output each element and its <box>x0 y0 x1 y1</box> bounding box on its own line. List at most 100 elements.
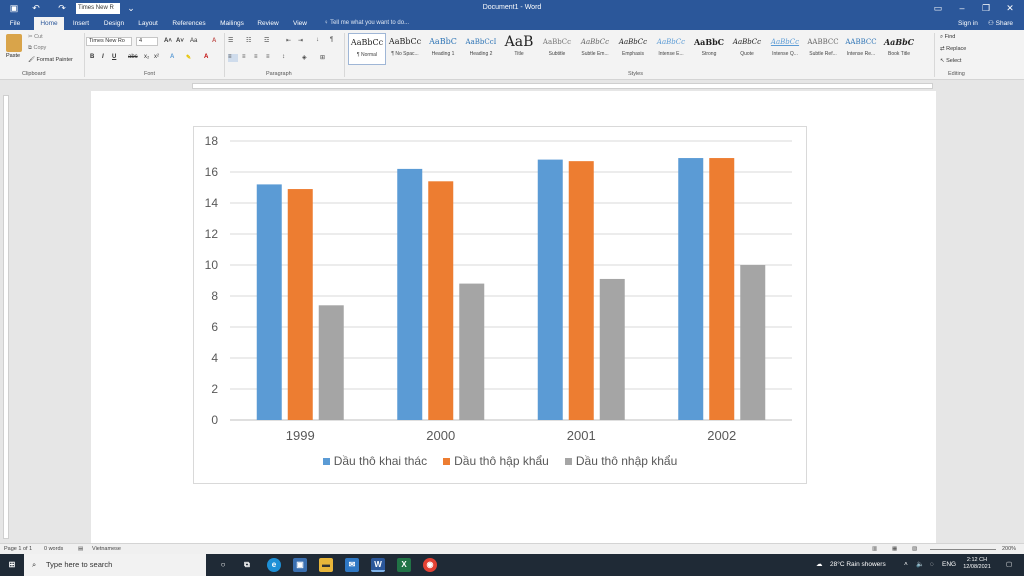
chart-area[interactable]: 0 2 4 6 8 10 12 14 16 18 1999 2000 2001 2002 Dầu thô … <box>193 126 807 484</box>
store-icon[interactable]: ▣ <box>293 558 307 572</box>
tell-me-search[interactable]: ♀ Tell me what you want to do... <box>324 17 409 30</box>
network-icon[interactable]: ◌ <box>930 554 934 576</box>
sort-icon[interactable]: ↓ <box>316 37 319 45</box>
numbering-icon[interactable]: ☷ <box>246 37 251 45</box>
tab-home[interactable]: Home <box>34 17 64 30</box>
decrease-indent-icon[interactable]: ⇤ <box>286 37 291 45</box>
multilevel-list-icon[interactable]: ☲ <box>264 37 269 45</box>
align-right-icon[interactable]: ≡ <box>254 54 258 62</box>
copy-button[interactable]: ⧉ Copy <box>28 45 46 52</box>
style-subtitle[interactable]: AaBbCc Subtitle <box>538 33 576 65</box>
chrome-icon[interactable]: ◉ <box>423 558 437 572</box>
style-intense-reference[interactable]: AABBCC Intense Re... <box>842 33 880 65</box>
style-intense-quote[interactable]: AaBbCc Intense Q... <box>766 33 804 65</box>
tab-review[interactable]: Review <box>254 17 282 30</box>
zoom-slider[interactable] <box>930 549 996 550</box>
volume-icon[interactable]: 🔈 <box>916 554 924 576</box>
font-size-select[interactable]: 4 <box>136 37 158 46</box>
clear-format-button[interactable]: A <box>212 38 216 44</box>
proofing-icon[interactable]: ▤ <box>78 546 83 552</box>
style-normal[interactable]: AaBbCc ¶ Normal <box>348 33 386 65</box>
strikethrough-button[interactable]: abc <box>128 54 138 60</box>
select-button[interactable]: ↖ Select <box>940 58 961 64</box>
shrink-font-button[interactable]: A˅ <box>176 38 184 44</box>
increase-indent-icon[interactable]: ⇥ <box>298 37 303 45</box>
paste-icon[interactable] <box>6 34 22 52</box>
align-center-icon[interactable]: ≡ <box>242 54 246 62</box>
style-strong[interactable]: AaBbC Strong <box>690 33 728 65</box>
zoom-level[interactable]: 200% <box>1002 546 1016 552</box>
minimize-icon[interactable]: – <box>952 2 972 14</box>
share-button[interactable]: ⚇ Share <box>988 17 1013 30</box>
read-mode-icon[interactable]: ▥ <box>872 546 877 552</box>
font-color-icon[interactable]: A <box>204 54 208 60</box>
italic-button[interactable]: I <box>102 54 104 60</box>
sign-in-link[interactable]: Sign in <box>958 17 978 30</box>
horizontal-ruler[interactable] <box>0 80 1024 91</box>
style-intense-emphasis[interactable]: AaBbCc Intense E... <box>652 33 690 65</box>
weather-text[interactable]: 28°C Rain showers <box>830 554 886 576</box>
print-layout-icon[interactable]: ▦ <box>892 546 897 552</box>
font-family-select[interactable]: Times New Ro <box>86 37 132 46</box>
style-no-spacing[interactable]: AaBbCc ¶ No Spac... <box>386 33 424 65</box>
tray-chevron-icon[interactable]: ˄ <box>904 554 908 576</box>
style-emphasis[interactable]: AaBbCc Emphasis <box>614 33 652 65</box>
task-view-icon[interactable]: ⧉ <box>240 558 254 572</box>
style-heading-1[interactable]: AaBbC Heading 1 <box>424 33 462 65</box>
windows-start-icon[interactable]: ⊞ <box>5 558 19 572</box>
taskbar-search[interactable]: ⌕ Type here to search <box>24 554 206 576</box>
bullets-icon[interactable]: ☰ <box>228 37 233 45</box>
show-marks-icon[interactable]: ¶ <box>330 37 333 45</box>
file-explorer-icon[interactable]: ▬ <box>319 558 333 572</box>
superscript-button[interactable]: x² <box>154 54 159 60</box>
format-painter-button[interactable]: 🖌 Format Painter <box>28 57 73 63</box>
tab-view[interactable]: View <box>288 17 312 30</box>
shading-icon[interactable]: ◈ <box>302 54 307 62</box>
change-case-button[interactable]: Aa <box>190 38 197 44</box>
style-heading-2[interactable]: AaBbCcI Heading 2 <box>462 33 500 65</box>
grow-font-button[interactable]: A˄ <box>164 38 172 44</box>
word-count[interactable]: 0 words <box>44 546 63 552</box>
cortana-icon[interactable]: ○ <box>216 558 230 572</box>
underline-button[interactable]: U <box>112 54 116 60</box>
tab-design[interactable]: Design <box>100 17 128 30</box>
mail-icon[interactable]: ✉ <box>345 558 359 572</box>
weather-icon[interactable]: ☁ <box>816 554 823 576</box>
close-icon[interactable]: ✕ <box>1000 2 1020 14</box>
justify-icon[interactable]: ≡ <box>266 54 270 62</box>
bold-button[interactable]: B <box>90 54 94 60</box>
input-language[interactable]: ENG <box>942 554 956 576</box>
line-spacing-icon[interactable]: ↕ <box>282 54 285 62</box>
tab-file[interactable]: File <box>4 17 26 30</box>
style-book-title[interactable]: AaBbC Book Title <box>880 33 918 65</box>
borders-icon[interactable]: ⊞ <box>320 54 325 62</box>
tab-insert[interactable]: Insert <box>68 17 94 30</box>
text-effects-icon[interactable]: A <box>170 54 174 60</box>
vertical-ruler[interactable] <box>0 91 12 543</box>
align-left-icon[interactable]: ≡ <box>228 54 238 62</box>
cut-button[interactable]: ✂ Cut <box>28 34 43 40</box>
replace-button[interactable]: ⇄ Replace <box>940 46 966 52</box>
find-button[interactable]: ⌕ Find <box>940 34 955 41</box>
style-subtle-emphasis[interactable]: AaBbCc Subtle Em... <box>576 33 614 65</box>
excel-icon[interactable]: X <box>397 558 411 572</box>
style-title[interactable]: AaB Title <box>500 33 538 65</box>
subscript-button[interactable]: x₂ <box>144 54 149 60</box>
tab-references[interactable]: References <box>168 17 210 30</box>
highlight-icon[interactable]: ✎ <box>186 54 191 61</box>
style-subtle-reference[interactable]: AABBCC Subtle Ref... <box>804 33 842 65</box>
page-count[interactable]: Page 1 of 1 <box>4 546 32 552</box>
word-icon[interactable]: W <box>371 558 385 572</box>
ribbon-display-icon[interactable]: ▭ <box>928 2 948 14</box>
notifications-icon[interactable]: ▢ <box>1006 554 1012 576</box>
x-tick-label: 2002 <box>707 428 736 443</box>
tab-layout[interactable]: Layout <box>134 17 162 30</box>
web-layout-icon[interactable]: ▧ <box>912 546 917 552</box>
restore-icon[interactable]: ❐ <box>976 2 996 14</box>
edge-icon[interactable]: e <box>267 558 281 572</box>
style-quote[interactable]: AaBbCc Quote <box>728 33 766 65</box>
paste-button[interactable]: Paste <box>6 53 20 59</box>
language-indicator[interactable]: Vietnamese <box>92 546 121 552</box>
tab-mailings[interactable]: Mailings <box>216 17 248 30</box>
system-clock[interactable]: 2:12 CH 12/08/2021 <box>960 557 994 571</box>
